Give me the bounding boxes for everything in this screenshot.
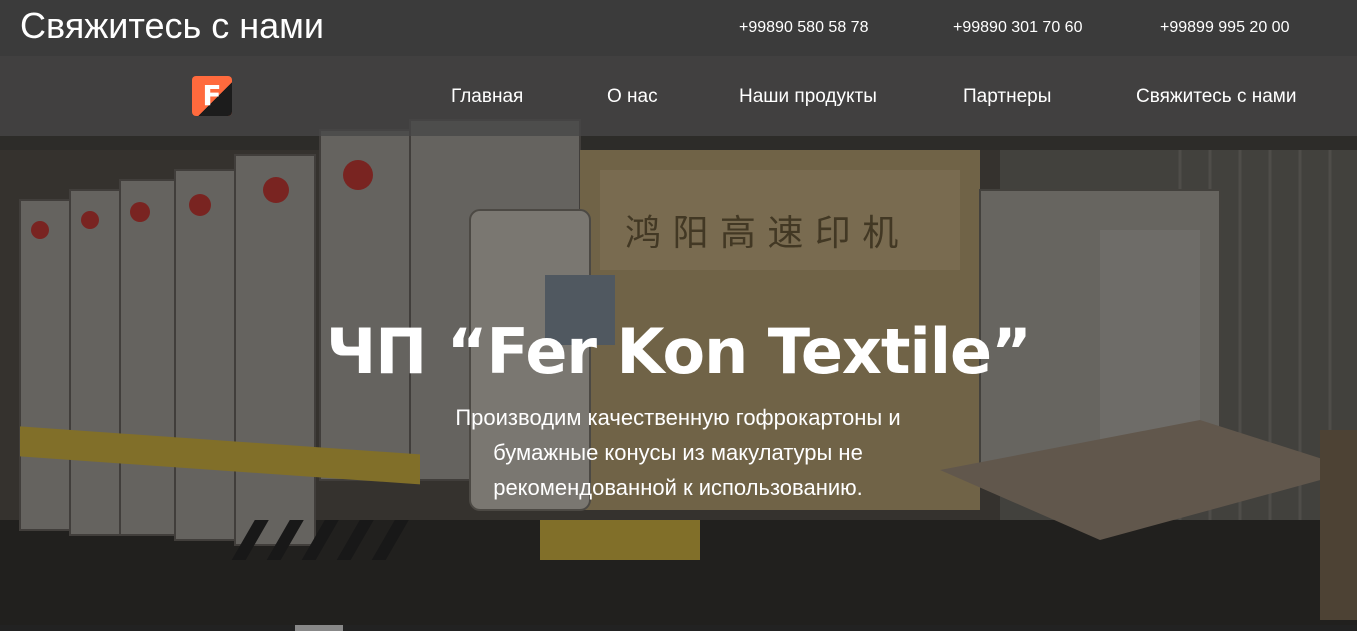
nav-item-home[interactable]: Главная [451, 86, 523, 108]
phone-link-2[interactable]: +99890 301 70 60 [953, 18, 1082, 38]
slider-track [0, 625, 1357, 631]
nav-item-partners[interactable]: Партнеры [963, 86, 1051, 108]
nav-item-about[interactable]: О нас [607, 86, 658, 108]
hero-subtitle: Производим качественную гофрокартоны и б… [455, 405, 901, 500]
contact-bar: Свяжитесь с нами +99890 580 58 78 +99890… [0, 0, 1357, 56]
nav-item-contact[interactable]: Свяжитесь с нами [1136, 86, 1296, 108]
phone-link-3[interactable]: +99899 995 20 00 [1160, 18, 1289, 38]
company-logo[interactable]: F [192, 76, 232, 116]
main-navbar: F Главная О нас Наши продукты Партнеры С… [0, 56, 1357, 136]
hero-title: ЧП “Fer Kon Textile” [326, 315, 1032, 388]
logo-letter: F [202, 79, 222, 112]
nav-item-products[interactable]: Наши продукты [739, 86, 877, 108]
contact-title: Свяжитесь с нами [20, 5, 325, 46]
phone-link-1[interactable]: +99890 580 58 78 [739, 18, 868, 38]
slider-indicator[interactable] [295, 625, 343, 631]
